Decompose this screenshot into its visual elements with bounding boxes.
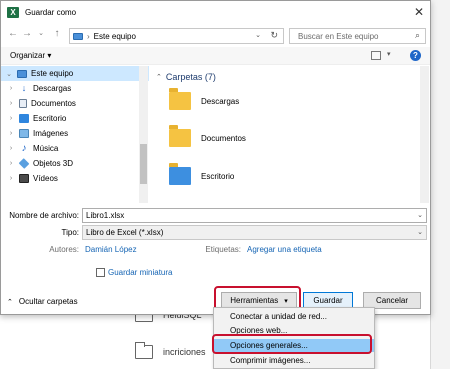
checkbox-box[interactable] xyxy=(96,268,105,277)
folder-item-label: Escritorio xyxy=(201,171,235,181)
tree-item-label: Escritorio xyxy=(33,114,67,123)
expand-chevron-icon[interactable]: ⌄ xyxy=(5,70,13,78)
screen: HeidiSQL incriciones X Guardar como ✕ ← … xyxy=(0,0,450,369)
general-options-highlight-outline xyxy=(212,334,372,354)
refresh-icon[interactable]: ↻ xyxy=(270,30,278,41)
hide-folders-label: Ocultar carpetas xyxy=(18,297,78,306)
tree-item-documentos[interactable]: › Documentos xyxy=(1,96,149,111)
folder-item-escritorio[interactable]: Escritorio xyxy=(169,163,235,185)
computer-icon xyxy=(73,32,83,40)
search-placeholder: Buscar en Este equipo xyxy=(298,31,379,41)
tree-item-videos[interactable]: › Vídeos xyxy=(1,171,149,186)
menu-item-label: Comprimir imágenes... xyxy=(230,356,311,365)
background-item-label: incriciones xyxy=(163,347,206,357)
folder-icon xyxy=(135,342,153,359)
group-header[interactable]: ⌃ Carpetas (7) xyxy=(156,72,216,82)
search-icon[interactable]: ⌕ xyxy=(415,30,420,41)
downloads-folder-icon xyxy=(169,88,191,110)
expand-chevron-icon[interactable]: › xyxy=(7,100,15,107)
collapse-chevron-icon[interactable]: ⌃ xyxy=(156,73,162,81)
computer-icon xyxy=(17,69,27,78)
folder-item-label: Documentos xyxy=(201,133,246,143)
tree-item-musica[interactable]: › ♪ Música xyxy=(1,141,149,156)
title-bar: X Guardar como xyxy=(1,1,430,23)
tree-item-este-equipo[interactable]: ⌄ Este equipo xyxy=(1,66,149,81)
breadcrumb-current[interactable]: Este equipo xyxy=(94,32,136,41)
tree-item-objetos-3d[interactable]: › Objetos 3D xyxy=(1,156,149,171)
expand-chevron-icon[interactable]: › xyxy=(7,160,15,167)
file-type-value: Libro de Excel (*.xlsx) xyxy=(86,228,164,237)
tree-item-imagenes[interactable]: › Imágenes xyxy=(1,126,149,141)
chevron-up-icon: ⌃ xyxy=(7,298,13,306)
filename-value: Libro1.xlsx xyxy=(86,211,125,220)
tree-item-label: Descargas xyxy=(33,84,72,93)
address-bar[interactable]: › Este equipo ⌄ ↻ xyxy=(69,28,284,44)
filename-dropdown-icon[interactable]: ⌄ xyxy=(417,211,423,219)
document-icon xyxy=(19,99,27,108)
documents-folder-icon xyxy=(169,125,191,147)
file-type-dropdown-icon[interactable]: ⌄ xyxy=(417,228,423,236)
tree-item-label: Documentos xyxy=(31,99,76,108)
image-icon xyxy=(19,129,29,138)
view-dropdown-icon[interactable]: ▾ xyxy=(387,50,391,58)
window-title: Guardar como xyxy=(25,7,77,17)
back-arrow-icon[interactable]: ← xyxy=(7,27,19,41)
tree-item-escritorio[interactable]: › Escritorio xyxy=(1,111,149,126)
save-thumbnail-label: Guardar miniatura xyxy=(108,268,173,277)
tree-item-label: Vídeos xyxy=(33,174,58,183)
tags-value[interactable]: Agregar una etiqueta xyxy=(247,245,322,254)
menu-item-map-network-drive[interactable]: Conectar a unidad de red... xyxy=(214,310,374,323)
desktop-icon xyxy=(19,114,29,123)
tags-label: Etiquetas: xyxy=(205,245,241,254)
desktop-folder-icon xyxy=(169,163,191,185)
save-button-label: Guardar xyxy=(313,296,343,305)
hide-folders-toggle[interactable]: ⌃ Ocultar carpetas xyxy=(7,297,78,306)
navigation-bar: ← → ⌄ ↑ › Este equipo ⌄ ↻ Buscar en Este… xyxy=(1,25,430,45)
save-thumbnail-checkbox[interactable]: Guardar miniatura xyxy=(96,268,172,277)
filename-input[interactable]: Libro1.xlsx ⌄ xyxy=(82,208,427,223)
authors-label: Autores: xyxy=(49,245,79,254)
menu-item-label: Conectar a unidad de red... xyxy=(230,312,327,321)
menu-item-compress-pictures[interactable]: Comprimir imágenes... xyxy=(214,354,374,367)
view-options-icon[interactable] xyxy=(371,51,381,60)
cube-icon xyxy=(18,158,30,169)
command-bar: Organizar ▾ ▾ xyxy=(1,47,430,65)
help-icon[interactable]: ? xyxy=(410,50,421,61)
breadcrumb-separator-icon: › xyxy=(87,31,90,41)
up-arrow-icon[interactable]: ↑ xyxy=(51,27,63,41)
search-input[interactable]: Buscar en Este equipo ⌕ xyxy=(289,28,426,44)
content-scrollbar[interactable] xyxy=(420,66,429,203)
tree-item-label: Este equipo xyxy=(31,69,74,78)
forward-arrow-icon[interactable]: → xyxy=(21,27,33,41)
authors-value[interactable]: Damián López xyxy=(85,245,137,254)
save-as-dialog: X Guardar como ✕ ← → ⌄ ↑ › Este equipo ⌄… xyxy=(0,0,431,315)
folder-item-descargas[interactable]: Descargas xyxy=(169,88,240,110)
music-icon: ♪ xyxy=(21,143,27,154)
expand-chevron-icon[interactable]: › xyxy=(7,130,15,137)
type-label: Tipo: xyxy=(61,228,80,237)
expand-chevron-icon[interactable]: › xyxy=(7,175,15,182)
tree-item-label: Imágenes xyxy=(33,129,69,138)
filename-label: Nombre de archivo: xyxy=(9,211,79,220)
tree-item-label: Música xyxy=(33,144,59,153)
excel-icon: X xyxy=(7,6,19,18)
tree-item-label: Objetos 3D xyxy=(33,159,74,168)
expand-chevron-icon[interactable]: › xyxy=(7,115,15,122)
expand-chevron-icon[interactable]: › xyxy=(7,85,15,92)
cancel-button-label: Cancelar xyxy=(375,296,408,305)
address-dropdown-icon[interactable]: ⌄ xyxy=(255,31,261,39)
file-type-select[interactable]: Libro de Excel (*.xlsx) ⌄ xyxy=(82,225,427,240)
recent-locations-chevron-icon[interactable]: ⌄ xyxy=(35,27,47,41)
expand-chevron-icon[interactable]: › xyxy=(7,145,15,152)
organize-menu[interactable]: Organizar ▾ xyxy=(10,51,51,60)
video-icon xyxy=(19,174,29,183)
navigation-pane: ⌄ Este equipo › ↓ Descargas › Documentos… xyxy=(1,66,149,203)
folder-item-label: Descargas xyxy=(201,96,240,106)
close-icon[interactable]: ✕ xyxy=(412,5,426,19)
nav-pane-scroll-thumb[interactable] xyxy=(140,144,147,184)
download-icon: ↓ xyxy=(19,84,29,93)
group-header-label: Carpetas (7) xyxy=(165,72,216,82)
tree-item-descargas[interactable]: › ↓ Descargas xyxy=(1,81,149,96)
folder-item-documentos[interactable]: Documentos xyxy=(169,125,246,147)
